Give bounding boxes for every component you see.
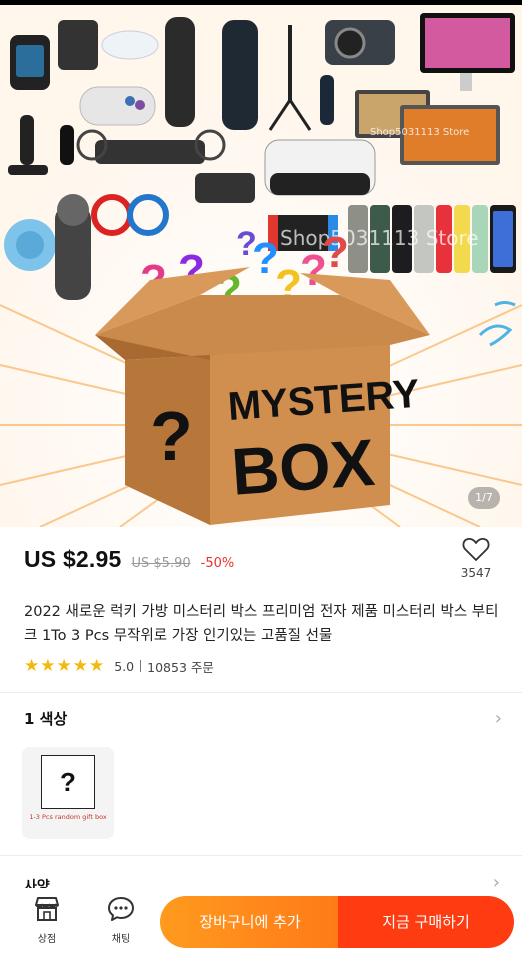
star-icon: ★ [72,656,88,676]
image-counter: 1/7 [468,487,500,509]
color-selector-row[interactable]: 1 색상 › [24,708,502,729]
rating-row[interactable]: ★ ★ ★ ★ ★ 5.0 10853 주문 [24,656,214,676]
star-icon: ★ [89,656,105,676]
wishlist-count: 3547 [460,566,492,580]
product-image-carousel[interactable]: Shop5031113 Store Shop5031113 Store ? ? … [0,5,522,527]
add-to-cart-button[interactable]: 장바구니에 추가 [160,896,340,948]
order-count: 10853 주문 [147,659,214,675]
variant-option[interactable]: ? 1-3 Pcs random gift box [22,747,114,839]
current-price: US $2.95 [24,546,122,572]
svg-text:?: ? [236,225,257,263]
chat-label: 채팅 [111,934,131,945]
store-button[interactable]: 상점 [24,894,70,945]
color-label: 1 색상 [24,710,68,728]
divider [140,660,142,672]
variant-symbol: ? [60,767,76,797]
chat-button[interactable]: 채팅 [98,894,144,945]
chevron-right-icon: › [494,708,502,729]
rating-value: 5.0 [114,658,135,674]
original-price: US $5.90 [131,556,191,571]
bottom-action-bar: 상점 채팅 장바구니에 추가 지금 구매하기 [0,888,522,960]
star-icon: ★ [24,656,40,676]
wishlist-button[interactable]: 3547 [458,536,494,580]
star-rating: ★ ★ ★ ★ ★ [24,656,104,676]
section-divider [0,692,522,693]
star-icon: ★ [40,656,56,676]
store-label: 상점 [37,934,57,945]
store-icon [35,897,59,921]
box-question: ? [150,397,193,475]
buy-now-button[interactable]: 지금 구매하기 [338,896,514,948]
discount-badge: -50% [200,556,235,571]
variant-caption: 1-3 Pcs random gift box [29,813,107,821]
section-divider [0,855,522,856]
svg-text:?: ? [322,228,349,277]
watermark-top: Shop5031113 Store [370,127,469,138]
price-row: US $2.95 US $5.90 -50% [24,546,234,573]
chat-icon [108,897,134,921]
product-title: 2022 새로운 럭키 가방 미스터리 박스 프리미엄 전자 제품 미스터리 박… [24,604,499,644]
star-icon: ★ [56,656,72,676]
product-image: Shop5031113 Store Shop5031113 Store ? ? … [0,5,522,527]
variant-thumbnail: ? [41,755,95,809]
box-text-2: BOX [229,425,377,509]
heart-icon [462,537,490,561]
